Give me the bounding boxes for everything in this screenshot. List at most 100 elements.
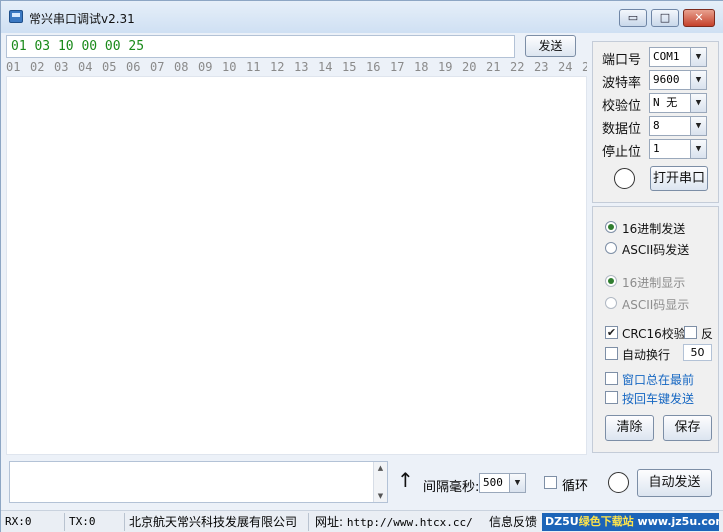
reverse-label: 反	[701, 327, 714, 341]
crc16-label: CRC16校验	[622, 327, 686, 341]
website-label: 网址:	[315, 515, 344, 529]
scroll-down-icon[interactable]: ▼	[374, 490, 387, 502]
parity-label: 校验位	[602, 99, 642, 114]
port-select[interactable]: COM1 ▼	[649, 47, 707, 67]
ruler-index: 03	[54, 60, 69, 74]
tx-counter: TX:0	[69, 513, 125, 531]
ruler-index: 21	[486, 60, 501, 74]
port-status-lamp-icon	[614, 168, 635, 189]
ruler-index: 12	[270, 60, 285, 74]
interval-value: 500	[483, 476, 503, 489]
ruler-index: 17	[390, 60, 405, 74]
data-bits-label: 数据位	[602, 122, 642, 137]
data-bits-select[interactable]: 8 ▼	[649, 116, 707, 136]
port-label: 端口号	[602, 53, 642, 68]
byte-index-ruler: 01 02 03 04 05 06 07 08 09 10 11 12 13 14 15 16 17 18 19 20…	[6, 60, 587, 76]
auto-send-textarea[interactable]: ▲ ▼	[9, 461, 388, 503]
parity-value: N 无	[653, 96, 678, 109]
stop-bits-label: 停止位	[602, 145, 642, 160]
ruler-index: 05	[102, 60, 117, 74]
receive-area[interactable]	[6, 76, 587, 455]
maximize-button[interactable]: □	[651, 9, 679, 27]
auto-send-button[interactable]: 自动发送	[637, 469, 712, 497]
scroll-up-icon[interactable]: ▲	[374, 462, 387, 474]
loop-checkbox[interactable]	[544, 476, 557, 489]
ascii-send-radio[interactable]	[605, 242, 617, 254]
window-title: 常兴串口调试v2.31	[29, 12, 135, 26]
ruler-index: 02	[30, 60, 45, 74]
enter-send-checkbox[interactable]	[605, 391, 618, 404]
minimize-button[interactable]: ▭	[619, 9, 647, 27]
title-bar: 常兴串口调试v2.31 ▭ □ ✕	[1, 1, 723, 33]
watermark-brand: DZ5U	[545, 515, 579, 528]
options-panel: 16进制发送 ASCII码发送 16进制显示 ASCII码显示 ✔ CRC16校…	[592, 206, 719, 453]
app-window: 常兴串口调试v2.31 ▭ □ ✕ 01 03 10 00 00 25 发送 0…	[0, 0, 723, 532]
chevron-down-icon: ▼	[690, 71, 706, 89]
interval-label: 间隔毫秒:	[423, 480, 480, 495]
interval-select[interactable]: 500 ▼	[479, 473, 526, 493]
stop-bits-select[interactable]: 1 ▼	[649, 139, 707, 159]
ruler-index: 23	[534, 60, 549, 74]
app-icon	[9, 10, 23, 23]
ruler-index: 08	[174, 60, 189, 74]
ascii-send-label: ASCII码发送	[622, 243, 690, 257]
watermark-url: www.jz5u.com	[637, 515, 719, 528]
save-button[interactable]: 保存	[663, 415, 712, 441]
ruler-index: 04	[78, 60, 93, 74]
company-name: 北京航天常兴科技发展有限公司	[129, 513, 309, 531]
chevron-down-icon: ▼	[690, 48, 706, 66]
ruler-index: 01	[6, 60, 21, 74]
open-port-button[interactable]: 打开串口	[650, 166, 708, 191]
ruler-index: 16	[366, 60, 381, 74]
website-link[interactable]: http://www.htcx.cc/	[347, 516, 473, 529]
site-watermark: DZ5U绿色下载站 www.jz5u.com	[542, 513, 719, 531]
wrap-width-input[interactable]: 50	[683, 344, 712, 361]
ruler-index: 14	[318, 60, 333, 74]
chevron-down-icon: ▼	[690, 94, 706, 112]
port-value: COM1	[653, 50, 680, 63]
chevron-down-icon: ▼	[690, 117, 706, 135]
ascii-display-label: ASCII码显示	[622, 298, 690, 312]
ruler-index: 15	[342, 60, 357, 74]
scrollbar[interactable]: ▲ ▼	[373, 462, 387, 502]
chevron-down-icon: ▼	[509, 474, 525, 492]
ruler-index: 07	[150, 60, 165, 74]
ruler-index: 06	[126, 60, 141, 74]
ruler-index: 22	[510, 60, 525, 74]
clear-button[interactable]: 清除	[605, 415, 654, 441]
hex-display-radio[interactable]	[605, 275, 617, 287]
loop-label: 循环	[562, 479, 589, 494]
crc16-checkbox[interactable]: ✔	[605, 326, 618, 339]
rx-counter: RX:0	[5, 513, 65, 531]
ruler-index: 10	[222, 60, 237, 74]
ruler-index: 20	[462, 60, 477, 74]
enter-send-label: 按回车键发送	[622, 392, 695, 406]
feedback-link[interactable]: 信息反馈	[489, 513, 541, 531]
always-on-top-checkbox[interactable]	[605, 372, 618, 385]
data-bits-value: 8	[653, 119, 660, 132]
serial-config-panel: 端口号 COM1 ▼ 波特率 9600 ▼ 校验位 N 无 ▼ 数据位 8 ▼ …	[592, 41, 719, 203]
send-button[interactable]: 发送	[525, 35, 576, 57]
baud-value: 9600	[653, 73, 680, 86]
ascii-display-radio[interactable]	[605, 297, 617, 309]
ruler-index: 18	[414, 60, 429, 74]
auto-wrap-checkbox[interactable]	[605, 347, 618, 360]
baud-label: 波特率	[602, 76, 642, 91]
ruler-index: 19	[438, 60, 453, 74]
baud-select[interactable]: 9600 ▼	[649, 70, 707, 90]
website-cell: 网址: http://www.htcx.cc/	[315, 513, 485, 531]
ruler-index: 13	[294, 60, 309, 74]
always-on-top-label: 窗口总在最前	[622, 373, 695, 387]
parity-select[interactable]: N 无 ▼	[649, 93, 707, 113]
client-area: 01 03 10 00 00 25 发送 01 02 03 04 05 06 07 08 09 1…	[1, 33, 723, 532]
up-arrow-icon: ↑	[397, 468, 414, 492]
hex-send-label: 16进制发送	[622, 222, 686, 236]
auto-send-lamp-icon	[608, 472, 629, 493]
hex-send-radio[interactable]	[605, 221, 617, 233]
close-button[interactable]: ✕	[683, 9, 715, 27]
hex-display-label: 16进制显示	[622, 276, 686, 290]
auto-wrap-label: 自动换行	[622, 348, 671, 362]
send-hex-input[interactable]: 01 03 10 00 00 25	[6, 35, 515, 58]
reverse-checkbox[interactable]	[684, 326, 697, 339]
ruler-index: 25	[582, 60, 587, 74]
